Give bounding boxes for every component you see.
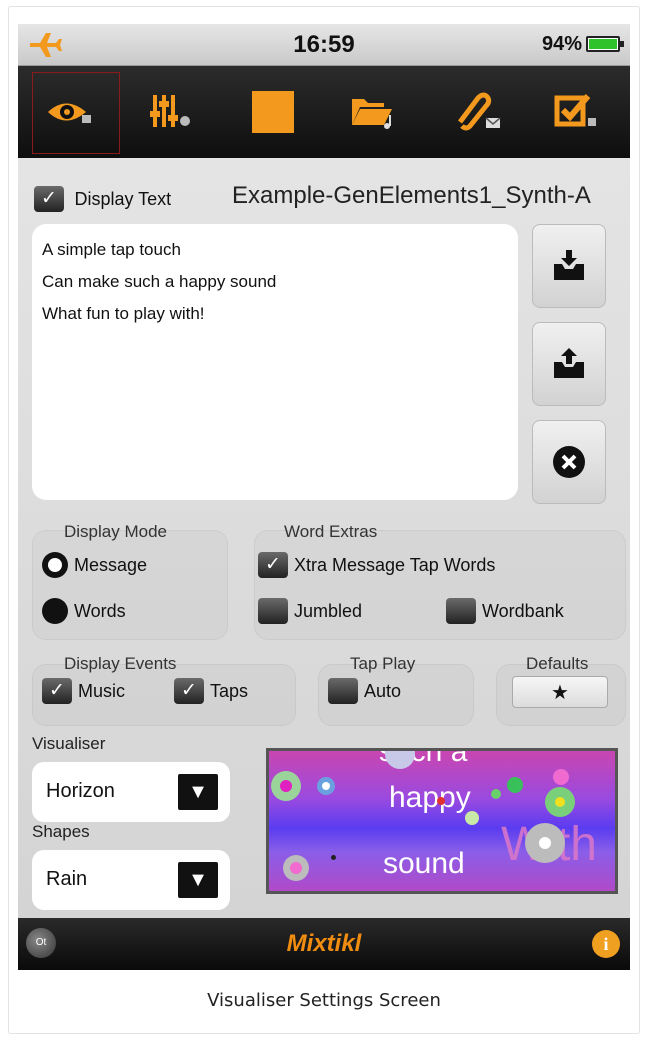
preview-dot xyxy=(555,797,565,807)
message-radio[interactable] xyxy=(42,552,68,578)
checkbox-music-icon xyxy=(554,94,596,127)
tab-stop[interactable] xyxy=(222,66,324,158)
preview-dot xyxy=(290,862,302,874)
display-text-checkbox[interactable] xyxy=(34,186,64,212)
folder-music-icon xyxy=(352,99,392,129)
tab-files[interactable] xyxy=(324,66,426,158)
battery-percent: 94% xyxy=(541,33,582,55)
app-logo: Mixtikl xyxy=(286,930,362,957)
words-label: Words xyxy=(74,600,126,621)
tab-share[interactable] xyxy=(426,66,528,158)
visualiser-select[interactable]: Horizon ▼ xyxy=(32,762,230,822)
main-toolbar xyxy=(18,66,630,158)
preview-dot xyxy=(507,777,523,793)
word-extras-title: Word Extras xyxy=(284,522,378,541)
settings-panel: Display Text Example-GenElements1_Synth-… xyxy=(18,158,630,918)
defaults-title: Defaults xyxy=(526,654,589,673)
xtra-words-checkbox[interactable] xyxy=(258,552,288,578)
preview-dot xyxy=(280,780,292,792)
tray-down-icon xyxy=(554,250,584,280)
visualiser-value: Horizon xyxy=(46,780,115,802)
auto-checkbox[interactable] xyxy=(328,678,358,704)
taps-checkbox[interactable] xyxy=(174,678,204,704)
tab-mixer[interactable] xyxy=(120,66,222,158)
preview-word: happy xyxy=(389,781,471,814)
preview-dot xyxy=(331,855,336,860)
auto-toggle[interactable]: Auto xyxy=(328,678,401,704)
wordbank-checkbox[interactable] xyxy=(446,598,476,624)
tap-play-title: Tap Play xyxy=(350,654,416,673)
bottom-bar: Ot Mixtikl i xyxy=(18,918,630,970)
jumbled-toggle[interactable]: Jumbled xyxy=(258,598,362,624)
music-label: Music xyxy=(78,680,126,701)
jumbled-label: Jumbled xyxy=(294,600,363,621)
text-line: A simple tap touch xyxy=(42,240,181,259)
tab-visualiser[interactable] xyxy=(18,66,120,158)
shapes-label: Shapes xyxy=(32,822,90,841)
preview-dot xyxy=(539,837,551,849)
info-icon[interactable]: i xyxy=(592,930,620,958)
clear-text-button[interactable] xyxy=(532,420,606,504)
text-line: Can make such a happy sound xyxy=(42,272,277,291)
display-text-toggle[interactable]: Display Text xyxy=(34,186,171,212)
words-radio[interactable] xyxy=(42,598,68,624)
dropdown-arrow-icon: ▼ xyxy=(178,774,218,810)
preview-word: sound xyxy=(383,847,465,880)
tray-up-icon xyxy=(554,348,584,378)
text-line: What fun to play with! xyxy=(42,304,205,323)
xtra-words-label: Xtra Message Tap Words xyxy=(294,554,496,575)
import-button[interactable] xyxy=(532,224,606,308)
music-checkbox[interactable] xyxy=(42,678,72,704)
status-bar: 16:59 94% xyxy=(18,24,630,66)
display-mode-message[interactable]: Message xyxy=(42,552,147,578)
battery-icon xyxy=(586,36,624,52)
preview-dot xyxy=(465,811,479,825)
preview-dot xyxy=(437,797,445,805)
message-text-area[interactable]: A simple tap touch Can make such a happy… xyxy=(32,224,518,500)
preview-dot xyxy=(322,782,330,790)
music-toggle[interactable]: Music xyxy=(42,678,125,704)
preview-dot xyxy=(491,789,501,799)
display-events-title: Display Events xyxy=(64,654,177,673)
display-mode-title: Display Mode xyxy=(64,522,167,541)
export-button[interactable] xyxy=(532,322,606,406)
filename-title: Example-GenElements1_Synth-A xyxy=(232,182,591,209)
tab-tasks[interactable] xyxy=(528,66,630,158)
shapes-value: Rain xyxy=(46,868,88,890)
status-time: 16:59 xyxy=(293,31,355,58)
jumbled-checkbox[interactable] xyxy=(258,598,288,624)
wordbank-label: Wordbank xyxy=(482,600,564,621)
shapes-select[interactable]: Rain ▼ xyxy=(32,850,230,910)
defaults-button[interactable]: ★ xyxy=(512,676,608,708)
preview-dot xyxy=(553,769,569,785)
mixer-icon xyxy=(150,95,190,127)
visualiser-label: Visualiser xyxy=(32,734,106,753)
visualiser-preview: such a happy sound With xyxy=(266,748,618,894)
taps-label: Taps xyxy=(210,680,249,701)
eye-icon xyxy=(48,103,91,123)
taps-toggle[interactable]: Taps xyxy=(174,678,248,704)
auto-label: Auto xyxy=(364,680,402,701)
display-mode-words[interactable]: Words xyxy=(42,598,126,624)
phone-screen: 16:59 94% ✓ Display Text Example-GenElem… xyxy=(18,24,630,970)
display-text-label: Display Text xyxy=(74,188,172,209)
image-caption: Visualiser Settings Screen xyxy=(207,990,441,1011)
message-label: Message xyxy=(74,554,148,575)
dropdown-arrow-icon: ▼ xyxy=(178,862,218,898)
stop-icon xyxy=(252,91,294,133)
close-icon xyxy=(553,446,585,478)
wordbank-toggle[interactable]: Wordbank xyxy=(446,598,564,624)
attach-mail-icon xyxy=(458,92,501,131)
xtra-message-tap-words-toggle[interactable]: Xtra Message Tap Words xyxy=(258,552,495,578)
